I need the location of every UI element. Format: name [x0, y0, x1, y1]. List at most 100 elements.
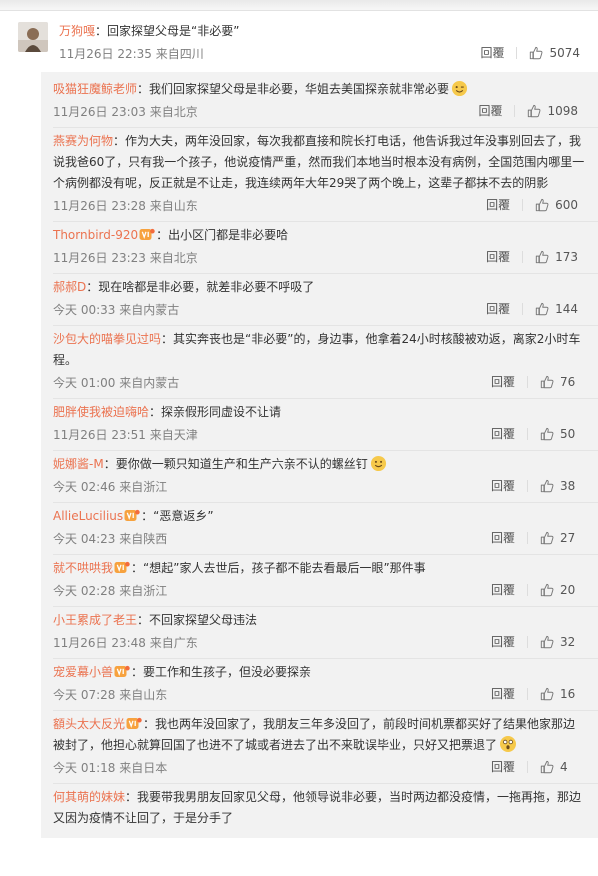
reply-meta: 11月26日 23:51 来自天津 回覆 50: [53, 423, 586, 445]
reply-text: ：要你做一颗只知道生产和生产六亲不认的螺丝钉: [103, 457, 368, 471]
reply-time: 11月26日 23:51 来自天津: [53, 427, 198, 442]
reply-content: 肥胖使我被迫嗨哈：探亲假形同虚设不让请: [53, 402, 586, 423]
reply-button[interactable]: 回覆: [491, 376, 528, 388]
reply-username[interactable]: AllieLucilius: [53, 509, 123, 523]
reply-username[interactable]: 宠爱幕小兽: [53, 665, 113, 679]
main-comment-text: ：回家探望父母是“非必要”: [95, 24, 240, 38]
like-button[interactable]: 1098: [527, 104, 578, 118]
reply-content: 小王累成了老王：不回家探望父母违法: [53, 610, 586, 631]
thumbs-up-icon: [535, 198, 549, 212]
reply-item: 妮娜酱-M：要你做一颗只知道生产和生产六亲不认的螺丝钉今天 02:46 来自浙江…: [53, 451, 598, 503]
like-button[interactable]: 4: [540, 760, 578, 774]
reply-meta: 今天 07:28 来自山东 回覆 16: [53, 683, 586, 705]
reply-username[interactable]: 何其萌的妹妹: [53, 790, 125, 804]
reply-username[interactable]: 小王累成了老王: [53, 613, 137, 627]
like-count: 76: [560, 375, 576, 389]
like-button[interactable]: 32: [540, 635, 578, 649]
reply-button[interactable]: 回覆: [491, 480, 528, 492]
reply-actions: 回覆 16: [491, 687, 578, 701]
reply-button[interactable]: 回覆: [491, 688, 528, 700]
main-comment-meta: 11月26日 22:35 来自四川 回覆 5074: [59, 42, 580, 64]
reply-actions: 回覆 38: [491, 479, 578, 493]
reply-item: Thornbird-920 ：出小区门都是非必要哈 11月26日 23:23 来自北…: [53, 222, 598, 274]
reply-username[interactable]: 吸猫狂魔鲸老师: [53, 82, 137, 96]
reply-username[interactable]: Thornbird-920: [53, 228, 138, 242]
reply-meta: 11月26日 23:28 来自山东 回覆 600: [53, 194, 586, 216]
reply-username[interactable]: 額头太大反光: [53, 717, 125, 731]
reply-meta: 今天 04:23 来自陕西 回覆 27: [53, 527, 586, 549]
reply-button[interactable]: 回覆: [491, 532, 528, 544]
like-count: 16: [560, 687, 576, 701]
reply-button[interactable]: 回覆: [478, 105, 516, 117]
reply-text: ：我要带我男朋友回家见父母，他领导说非必要，当时两边都没疫情，一拖再拖，那边又因…: [53, 790, 582, 825]
reply-time: 11月26日 23:03 来自北京: [53, 104, 198, 119]
reply-button[interactable]: 回覆: [491, 428, 528, 440]
reply-time: 11月26日 23:48 来自广东: [53, 635, 198, 650]
like-count: 600: [555, 198, 578, 212]
reply-username[interactable]: 燕赛为何物: [53, 134, 113, 148]
like-count: 38: [560, 479, 576, 493]
like-button[interactable]: 27: [540, 531, 578, 545]
reply-item: 額头太大反光 ：我也两年没回家了，我朋友三年多没回了，前段时间机票都买好了结果他家…: [53, 711, 598, 784]
like-count: 144: [555, 302, 578, 316]
reply-content: 宠爱幕小兽 ：要工作和生孩子，但没必要探亲: [53, 662, 586, 683]
reply-button[interactable]: 回覆: [486, 251, 524, 263]
reply-text: ：“想起”家人去世后，孩子都不能去看最后一眼”那件事: [131, 561, 426, 575]
reply-content: 吸猫狂魔鲸老师：我们回家探望父母是非必要，华姐去美国探亲就非常必要: [53, 79, 586, 100]
reply-meta: 11月26日 23:48 来自广东 回覆 32: [53, 631, 586, 653]
reply-username[interactable]: 郝郝D: [53, 280, 86, 294]
reply-actions: 回覆 76: [491, 375, 578, 389]
reply-button[interactable]: 回覆: [486, 303, 524, 315]
like-button[interactable]: 16: [540, 687, 578, 701]
reply-content: 何其萌的妹妹：我要带我男朋友回家见父母，他领导说非必要，当时两边都没疫情，一拖再…: [53, 787, 586, 829]
like-button[interactable]: 20: [540, 583, 578, 597]
reply-button[interactable]: 回覆: [491, 636, 528, 648]
reply-item: 沙包大的喵拳见过吗：其实奔丧也是“非必要”的，身边事，他拿着24小时核酸被劝返，…: [53, 326, 598, 399]
reply-actions: 回覆 20: [491, 583, 578, 597]
like-count: 4: [560, 760, 568, 774]
reply-content: Thornbird-920 ：出小区门都是非必要哈: [53, 225, 586, 246]
reply-item: 就不哄哄我 ：“想起”家人去世后，孩子都不能去看最后一眼”那件事 今天 02:28 …: [53, 555, 598, 607]
reply-actions: 回覆 173: [486, 250, 578, 264]
reply-button[interactable]: 回覆: [486, 199, 524, 211]
reply-item: 吸猫狂魔鲸老师：我们回家探望父母是非必要，华姐去美国探亲就非常必要 11月26日 …: [53, 76, 598, 128]
reply-button[interactable]: 回覆: [480, 47, 518, 59]
reply-username[interactable]: 沙包大的喵拳见过吗: [53, 332, 161, 346]
reply-text: ：要工作和生孩子，但没必要探亲: [131, 665, 312, 679]
reply-username[interactable]: 妮娜酱-M: [53, 457, 104, 471]
reply-text: ：我们回家探望父母是非必要，华姐去美国探亲就非常必要: [137, 82, 450, 96]
like-button[interactable]: 76: [540, 375, 578, 389]
like-count: 20: [560, 583, 576, 597]
reply-item: 何其萌的妹妹：我要带我男朋友回家见父母，他领导说非必要，当时两边都没疫情，一拖再…: [53, 784, 598, 834]
reply-actions: 回覆 32: [491, 635, 578, 649]
reply-text: ：探亲假形同虚设不让请: [149, 405, 282, 419]
thumbs-up-icon: [528, 104, 541, 118]
reply-actions: 回覆 600: [486, 198, 578, 212]
reply-time: 今天 04:23 来自陕西: [53, 531, 168, 546]
reply-actions: 回覆 4: [491, 760, 578, 774]
reply-item: 郝郝D：现在啥都是非必要，就差非必要不呼吸了 今天 00:33 来自内蒙古 回覆 14…: [53, 274, 598, 326]
smile-emoji-icon: [370, 455, 386, 472]
thumbs-up-icon: [535, 250, 549, 264]
reply-time: 11月26日 23:23 来自北京: [53, 250, 198, 265]
reply-button[interactable]: 回覆: [491, 584, 528, 596]
reply-content: 沙包大的喵拳见过吗：其实奔丧也是“非必要”的，身边事，他拿着24小时核酸被劝返，…: [53, 329, 586, 371]
avatar[interactable]: [18, 22, 48, 52]
reply-text: ：出小区门都是非必要哈: [156, 228, 289, 242]
thumbs-up-icon: [540, 375, 554, 389]
like-button[interactable]: 600: [535, 198, 578, 212]
reply-button[interactable]: 回覆: [491, 761, 528, 773]
like-count: 1098: [547, 104, 578, 118]
like-button[interactable]: 144: [535, 302, 578, 316]
reply-username[interactable]: 就不哄哄我: [53, 561, 113, 575]
wink-emoji-icon: [451, 80, 468, 97]
reply-actions: 回覆 27: [491, 531, 578, 545]
like-button[interactable]: 38: [540, 479, 578, 493]
like-button[interactable]: 5074: [529, 46, 580, 60]
reply-username[interactable]: 肥胖使我被迫嗨哈: [53, 405, 149, 419]
reply-item: 宠爱幕小兽 ：要工作和生孩子，但没必要探亲 今天 07:28 来自山东 回覆 16: [53, 659, 598, 711]
reply-time: 今天 02:46 来自浙江: [53, 479, 168, 494]
like-button[interactable]: 173: [535, 250, 578, 264]
like-button[interactable]: 50: [540, 427, 578, 441]
main-comment-username[interactable]: 万狗嘎: [59, 24, 95, 38]
